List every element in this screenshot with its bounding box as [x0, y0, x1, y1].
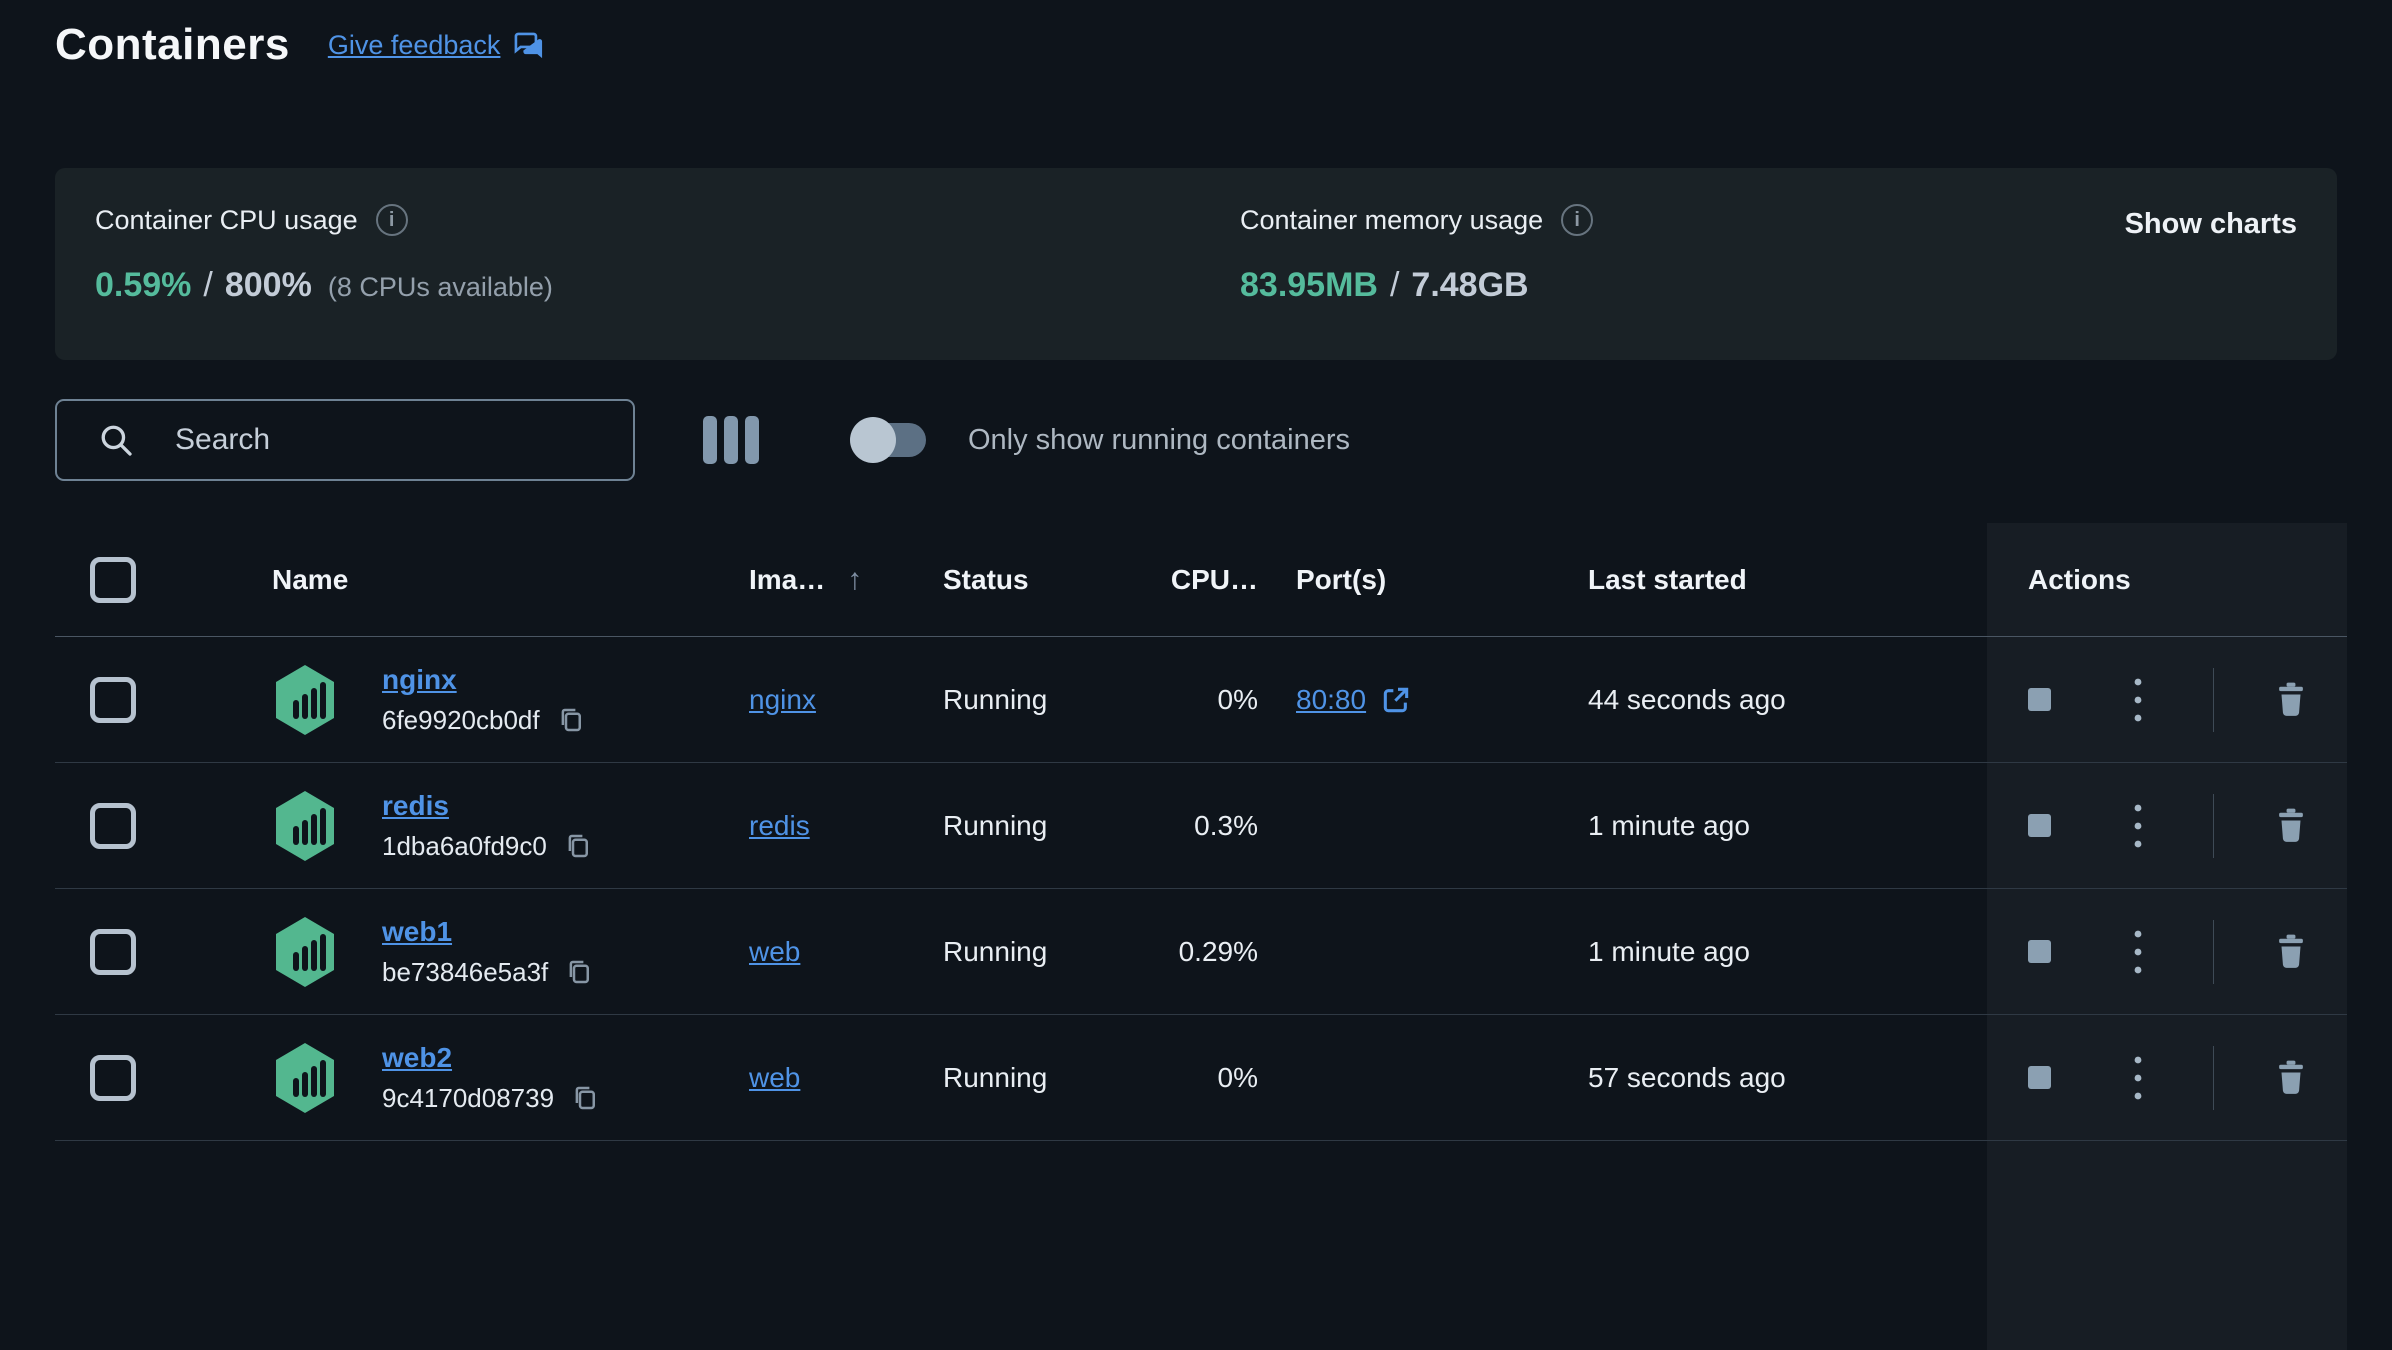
status-text: Running: [943, 935, 1048, 967]
divider: [2213, 1045, 2214, 1110]
container-icon: [276, 790, 334, 861]
more-actions-icon[interactable]: [2125, 801, 2151, 851]
cpu-percent: 0.29%: [1178, 935, 1258, 967]
select-all-checkbox[interactable]: [90, 556, 136, 603]
info-icon[interactable]: i: [1561, 204, 1594, 236]
container-name-link[interactable]: nginx: [382, 664, 586, 696]
running-only-toggle[interactable]: [850, 417, 926, 463]
cpu-separator: /: [203, 266, 213, 304]
container-id: 6fe9920cb0df: [382, 704, 540, 735]
open-external-icon: [1383, 687, 1409, 712]
row-checkbox[interactable]: [90, 928, 136, 975]
columns-icon: [703, 416, 717, 464]
toggle-knob-icon: [850, 417, 896, 463]
header-last-started[interactable]: Last started: [1586, 523, 1987, 636]
header-ports[interactable]: Port(s): [1258, 523, 1586, 636]
divider: [2213, 793, 2214, 858]
header-image[interactable]: Ima… ↑: [747, 523, 941, 636]
cpu-total-value: 800%: [224, 266, 312, 304]
delete-icon[interactable]: [2272, 930, 2310, 974]
copy-icon[interactable]: [564, 957, 594, 987]
image-link[interactable]: nginx: [749, 684, 816, 716]
last-started-text: 57 seconds ago: [1588, 1061, 1786, 1093]
memory-separator: /: [1389, 266, 1400, 304]
copy-icon[interactable]: [563, 831, 593, 861]
search-box: [55, 399, 635, 481]
toolbar: Only show running containers: [55, 398, 1350, 482]
copy-icon[interactable]: [570, 1083, 600, 1113]
table-header-row: Name Ima… ↑ Status CPU… Port(s) Last sta…: [55, 523, 2347, 637]
image-link[interactable]: web: [749, 936, 800, 968]
info-icon[interactable]: i: [375, 204, 408, 236]
last-started-text: 1 minute ago: [1588, 809, 1750, 841]
divider: [2213, 667, 2214, 732]
delete-icon[interactable]: [2272, 678, 2310, 722]
last-started-text: 44 seconds ago: [1588, 683, 1786, 715]
feedback-icon: [515, 32, 544, 60]
memory-total-value: 7.48GB: [1411, 266, 1529, 304]
container-icon: [276, 916, 334, 987]
header-actions: Actions: [2028, 563, 2131, 595]
table-row: redis 1dba6a0fd9c0 redis Running 0.3% 1 …: [55, 763, 2347, 889]
row-checkbox[interactable]: [90, 1054, 136, 1101]
containers-table: Name Ima… ↑ Status CPU… Port(s) Last sta…: [55, 523, 2347, 1141]
page-title: Containers: [55, 20, 290, 69]
container-name-link[interactable]: redis: [382, 790, 593, 822]
row-checkbox[interactable]: [90, 676, 136, 723]
port-link[interactable]: 80:80: [1296, 684, 1412, 716]
delete-icon[interactable]: [2272, 804, 2310, 848]
search-icon: [101, 425, 132, 456]
more-actions-icon[interactable]: [2125, 675, 2151, 725]
stop-button[interactable]: [2028, 940, 2051, 963]
status-text: Running: [943, 683, 1048, 715]
stop-button[interactable]: [2028, 1066, 2051, 1089]
cpu-percent: 0%: [1217, 1061, 1258, 1093]
table-row: nginx 6fe9920cb0df nginx Running 0% 80:8…: [55, 637, 2347, 763]
table-row: web1 be73846e5a3f web Running 0.29% 1 mi…: [55, 889, 2347, 1015]
sort-ascending-icon: ↑: [847, 562, 863, 596]
container-name-link[interactable]: web1: [382, 916, 594, 948]
more-actions-icon[interactable]: [2125, 1053, 2151, 1103]
give-feedback-label: Give feedback: [327, 29, 501, 60]
status-text: Running: [943, 1061, 1048, 1093]
cpu-percent: 0.3%: [1194, 809, 1258, 841]
cpu-available-note: (8 CPUs available): [327, 272, 553, 302]
stop-button[interactable]: [2028, 688, 2051, 711]
give-feedback-link[interactable]: Give feedback: [328, 28, 547, 62]
container-name-link[interactable]: web2: [382, 1042, 600, 1074]
container-id: 9c4170d08739: [382, 1082, 555, 1113]
delete-icon[interactable]: [2272, 1056, 2310, 1100]
container-icon: [276, 664, 334, 735]
container-id: be73846e5a3f: [382, 956, 549, 987]
memory-usage-label: Container memory usage: [1240, 204, 1544, 235]
cpu-percent: 0%: [1217, 683, 1258, 715]
containers-page: Containers Give feedback Container CPU u…: [0, 0, 2392, 1350]
header-cpu[interactable]: CPU…: [1100, 523, 1258, 636]
column-settings-button[interactable]: [703, 416, 759, 464]
header-name[interactable]: Name: [272, 523, 747, 636]
image-link[interactable]: web: [749, 1062, 800, 1094]
divider: [2213, 919, 2214, 984]
columns-icon: [724, 416, 738, 464]
search-input[interactable]: [175, 423, 595, 457]
status-text: Running: [943, 809, 1048, 841]
copy-icon[interactable]: [556, 705, 586, 735]
cpu-used-value: 0.59%: [95, 266, 192, 304]
header-status[interactable]: Status: [941, 523, 1100, 636]
page-header: Containers Give feedback: [55, 20, 546, 70]
container-icon: [276, 1042, 334, 1113]
show-charts-button[interactable]: Show charts: [2125, 208, 2297, 241]
image-link[interactable]: redis: [749, 810, 810, 842]
cpu-usage-label: Container CPU usage: [95, 204, 358, 235]
table-row: web2 9c4170d08739 web Running 0% 57 seco…: [55, 1015, 2347, 1141]
container-id: 1dba6a0fd9c0: [382, 830, 547, 861]
columns-icon: [745, 416, 759, 464]
more-actions-icon[interactable]: [2125, 927, 2151, 977]
stop-button[interactable]: [2028, 814, 2051, 837]
running-only-toggle-label: Only show running containers: [968, 423, 1351, 456]
memory-used-value: 83.95MB: [1240, 266, 1378, 304]
row-checkbox[interactable]: [90, 802, 136, 849]
resource-usage-card: Container CPU usage i 0.59% / 800% (8 CP…: [55, 168, 2337, 360]
last-started-text: 1 minute ago: [1588, 935, 1750, 967]
